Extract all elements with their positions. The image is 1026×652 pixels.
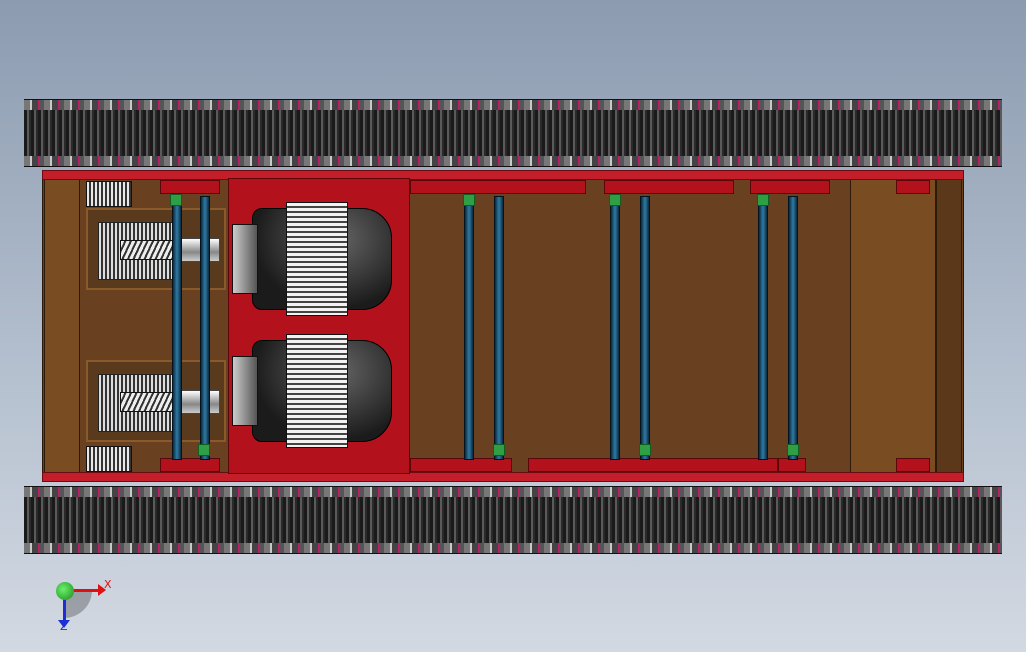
bracket-bottom-far: [778, 458, 806, 472]
bushing-5-top: [609, 194, 621, 206]
cad-viewport[interactable]: X Z: [0, 0, 1026, 652]
motor-fins-upper: [286, 202, 348, 316]
upper-track-links-bottom: [24, 156, 1002, 166]
drive-sprocket-bottom: [86, 446, 132, 472]
lower-track-links-top: [24, 487, 1002, 497]
front-mount-top: [896, 180, 930, 194]
drive-motor-lower: [232, 334, 392, 448]
bracket-top-right: [604, 180, 734, 194]
road-wheel-axle-3: [610, 196, 620, 460]
drive-axle-1: [172, 196, 182, 460]
bracket-bottom-left: [160, 458, 220, 472]
drive-motor-upper: [232, 202, 392, 316]
bushing-3-top: [463, 194, 475, 206]
rear-endplate: [44, 178, 80, 474]
bottom-frame-rail: [42, 472, 964, 482]
motor-fins-lower: [286, 334, 348, 448]
bushing-6-bottom: [639, 444, 651, 456]
bushing-7-top: [757, 194, 769, 206]
road-wheel-axle-1: [464, 196, 474, 460]
bushing-4-bottom: [493, 444, 505, 456]
bracket-top-mid: [410, 180, 586, 194]
lower-track-links-bottom: [24, 543, 1002, 553]
front-bay: [850, 178, 936, 474]
motor-flange-upper: [232, 224, 258, 294]
road-wheel-axle-4: [640, 196, 650, 460]
road-wheel-axle-6: [788, 196, 798, 460]
front-mount-bottom: [896, 458, 930, 472]
orientation-triad[interactable]: X Z: [52, 578, 112, 634]
bracket-top-far: [750, 180, 830, 194]
upper-track: [24, 99, 1002, 167]
upper-track-links-top: [24, 100, 1002, 110]
drive-axle-2: [200, 196, 210, 460]
lower-track: [24, 486, 1002, 554]
bushing-8-bottom: [787, 444, 799, 456]
z-axis-label: Z: [60, 620, 68, 633]
bracket-bottom-mid: [410, 458, 512, 472]
x-axis-label: X: [104, 578, 112, 591]
drive-sprocket-top: [86, 181, 132, 207]
road-wheel-axle-5: [758, 196, 768, 460]
bushing-2-bottom: [198, 444, 210, 456]
bushing-1-top: [170, 194, 182, 206]
road-wheel-axle-2: [494, 196, 504, 460]
y-axis-ball-icon: [56, 582, 74, 600]
bracket-top-left: [160, 180, 220, 194]
motor-flange-lower: [232, 356, 258, 426]
front-endplate: [936, 178, 962, 474]
top-frame-rail: [42, 170, 964, 180]
bracket-bottom-right: [528, 458, 778, 472]
